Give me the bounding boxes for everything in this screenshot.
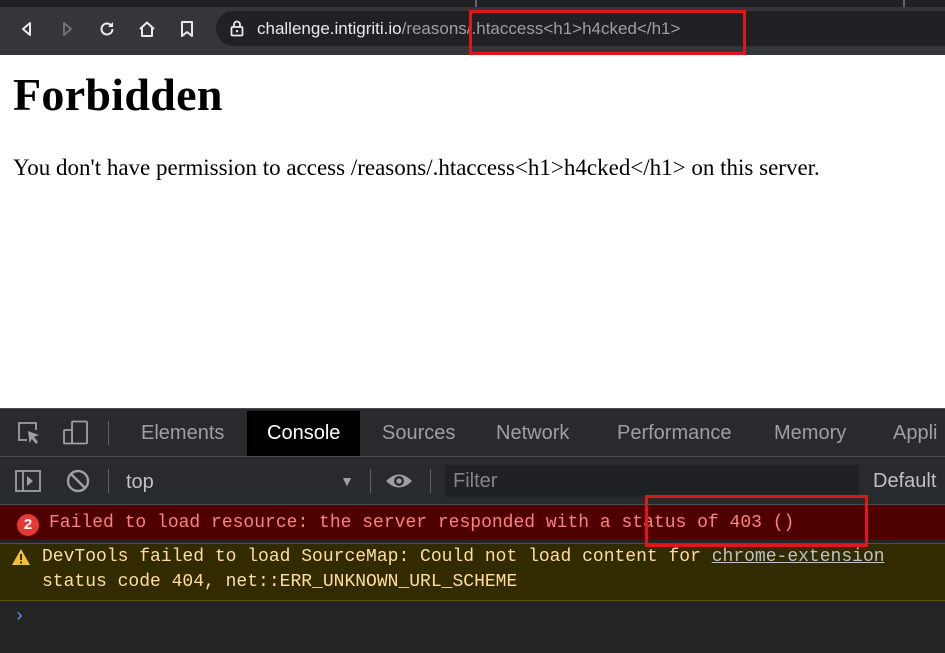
back-button[interactable]	[15, 17, 39, 41]
devtools-tabbar: Elements Console Sources Network Perform…	[0, 409, 945, 457]
tab-console[interactable]: Console	[247, 411, 361, 456]
tab-strip	[0, 0, 945, 7]
device-toolbar-button[interactable]	[62, 419, 90, 447]
sidebar-toggle-icon	[15, 470, 41, 492]
tab-divider	[475, 0, 477, 7]
clear-console-button[interactable]	[65, 468, 91, 494]
error-count-badge: 2	[17, 514, 39, 536]
forward-button[interactable]	[55, 17, 79, 41]
console-prompt[interactable]: ›	[14, 607, 25, 627]
eye-icon	[386, 474, 412, 488]
forward-icon	[63, 22, 72, 36]
page-content: Forbidden You don't have permission to a…	[0, 55, 945, 408]
toolbar-divider	[108, 421, 109, 445]
toolbar-divider	[430, 469, 431, 493]
page-message: You don't have permission to access /rea…	[13, 155, 820, 180]
home-button[interactable]	[135, 17, 159, 41]
back-icon	[22, 22, 31, 36]
tab-elements[interactable]: Elements	[121, 411, 244, 456]
inspect-cursor-icon	[18, 422, 39, 444]
context-selector[interactable]: top ▼	[112, 465, 360, 497]
home-icon	[139, 21, 155, 37]
inspect-element-button[interactable]	[16, 420, 42, 446]
log-levels-dropdown[interactable]: Default	[873, 465, 936, 497]
context-selector-value: top	[126, 471, 154, 493]
reload-icon	[100, 22, 114, 36]
status-highlight-box	[645, 495, 868, 547]
bookmark-button[interactable]	[175, 17, 199, 41]
url-host: challenge.intigriti.io	[257, 19, 402, 38]
console-warning-message: DevTools failed to load SourceMap: Could…	[0, 543, 945, 601]
tab-network[interactable]: Network	[476, 411, 589, 456]
device-mode-icon	[63, 420, 88, 445]
live-expression-button[interactable]	[383, 469, 415, 493]
warning-icon	[12, 549, 30, 565]
tab-memory[interactable]: Memory	[754, 411, 866, 456]
bookmark-icon	[181, 21, 193, 37]
console-filter-input[interactable]	[445, 465, 859, 497]
toolbar-divider	[370, 469, 371, 493]
dropdown-arrow-icon: ▼	[340, 473, 354, 489]
warning-line-1: DevTools failed to load SourceMap: Could…	[42, 547, 885, 567]
tab-performance[interactable]: Performance	[597, 411, 752, 456]
warning-text: DevTools failed to load SourceMap: Could…	[42, 547, 712, 567]
clear-console-icon	[66, 469, 90, 493]
tab-divider	[903, 0, 905, 7]
reload-button[interactable]	[95, 17, 119, 41]
tab-application[interactable]: Appli	[873, 411, 945, 456]
toolbar-divider	[108, 469, 109, 493]
sidebar-toggle-button[interactable]	[14, 467, 42, 495]
warning-source-link[interactable]: chrome-extension	[712, 547, 885, 567]
url-highlight-box	[469, 10, 746, 55]
warning-line-2: status code 404, net::ERR_UNKNOWN_URL_SC…	[42, 572, 518, 592]
page-title: Forbidden	[13, 69, 223, 120]
tab-sources[interactable]: Sources	[362, 411, 475, 456]
lock-icon	[230, 20, 244, 37]
